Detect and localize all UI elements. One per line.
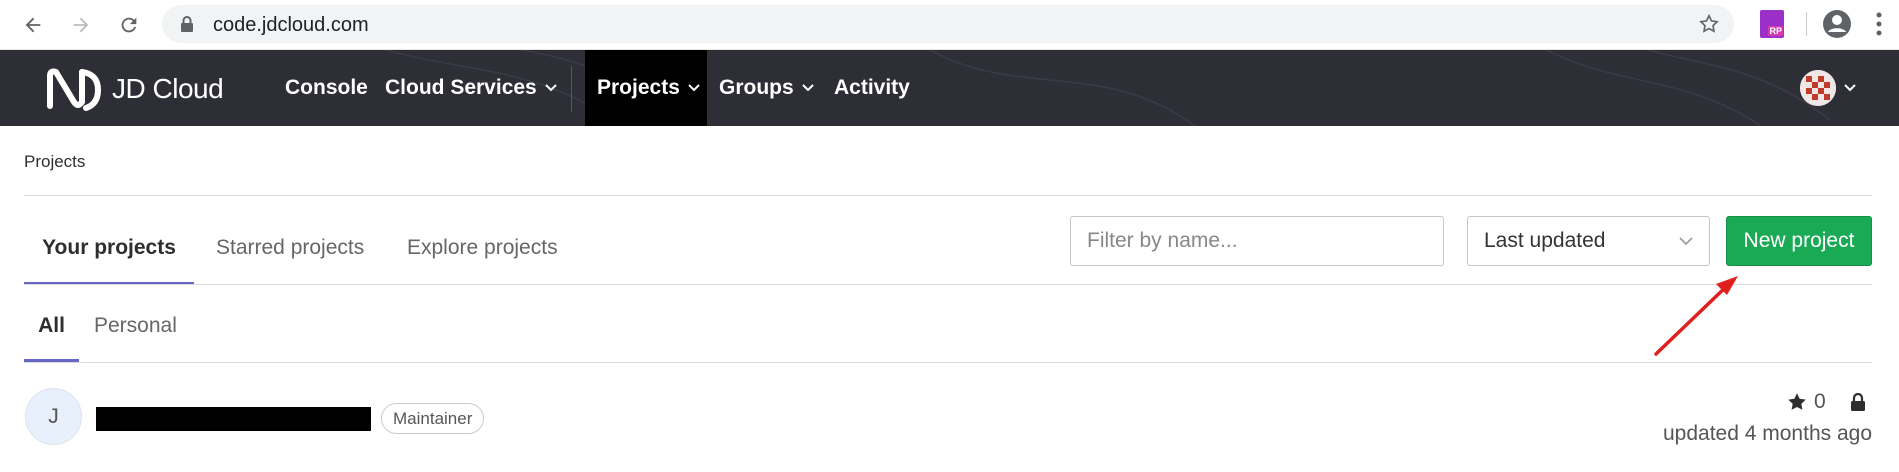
divider	[24, 195, 1872, 196]
browser-menu-icon[interactable]	[1876, 12, 1882, 41]
user-avatar	[1800, 70, 1836, 106]
address-bar[interactable]: code.jdcloud.com	[162, 5, 1734, 43]
nav-console[interactable]: Console	[285, 50, 368, 126]
subtab-all-label: All	[38, 314, 65, 337]
subtab-all[interactable]: All	[24, 290, 79, 362]
tab-starred-projects[interactable]: Starred projects	[216, 212, 364, 284]
user-menu[interactable]	[1800, 70, 1856, 106]
subtab-personal-label: Personal	[94, 314, 177, 337]
nav-cloud-services-label: Cloud Services	[385, 76, 537, 99]
bookmark-star-icon[interactable]	[1698, 13, 1720, 40]
project-avatar-letter: J	[48, 404, 59, 428]
tab-your-projects-label: Your projects	[42, 236, 176, 259]
project-avatar[interactable]: J	[25, 388, 82, 445]
jd-cloud-logo[interactable]: JD Cloud	[46, 66, 224, 112]
app-header: JD Cloud Console Cloud Services Projects…	[0, 50, 1899, 126]
nav-activity-label: Activity	[834, 76, 910, 99]
extension-rp-icon[interactable]: RP	[1760, 10, 1784, 38]
nav-projects[interactable]: Projects	[597, 50, 700, 126]
sort-selected-value: Last updated	[1484, 229, 1606, 252]
tab-starred-projects-label: Starred projects	[216, 236, 365, 259]
filter-placeholder: Filter by name...	[1087, 229, 1238, 252]
nav-groups[interactable]: Groups	[719, 50, 814, 126]
forward-icon[interactable]	[66, 10, 96, 40]
browser-toolbar: code.jdcloud.com RP	[0, 0, 1899, 50]
url-text: code.jdcloud.com	[213, 14, 369, 36]
lock-icon	[180, 15, 194, 38]
private-lock-icon	[1850, 392, 1866, 417]
divider	[24, 284, 1872, 285]
chevron-down-icon	[1679, 236, 1693, 245]
tab-explore-projects-label: Explore projects	[407, 236, 558, 259]
nav-activity[interactable]: Activity	[834, 50, 910, 126]
nav-projects-label: Projects	[597, 76, 680, 99]
sort-dropdown[interactable]: Last updated	[1467, 216, 1710, 266]
nav-separator	[571, 66, 572, 112]
profile-icon[interactable]	[1822, 9, 1852, 44]
filter-input[interactable]: Filter by name...	[1070, 216, 1444, 266]
breadcrumb[interactable]: Projects	[24, 152, 85, 172]
reload-icon[interactable]	[114, 10, 144, 40]
chevron-down-icon	[1844, 84, 1856, 92]
project-updated-time: updated 4 months ago	[1663, 422, 1872, 445]
subtab-personal[interactable]: Personal	[94, 290, 177, 362]
nav-groups-label: Groups	[719, 76, 794, 99]
tab-your-projects[interactable]: Your projects	[24, 212, 194, 285]
project-star-count[interactable]: 0	[1786, 390, 1826, 414]
role-badge: Maintainer	[381, 403, 485, 434]
nav-cloud-services[interactable]: Cloud Services	[385, 50, 557, 126]
divider	[24, 362, 1872, 363]
back-icon[interactable]	[18, 10, 48, 40]
new-project-button[interactable]: New project	[1726, 216, 1872, 266]
logo-text: JD Cloud	[112, 73, 224, 104]
tab-explore-projects[interactable]: Explore projects	[407, 212, 558, 284]
chevron-down-icon	[545, 84, 557, 92]
toolbar-divider	[1806, 12, 1807, 36]
new-project-label: New project	[1743, 229, 1855, 252]
jd-logo-mark-icon	[47, 68, 102, 111]
star-count: 0	[1814, 390, 1826, 413]
star-icon	[1788, 393, 1806, 410]
nav-console-label: Console	[285, 76, 368, 99]
project-name-redacted[interactable]	[96, 407, 371, 431]
role-badge-label: Maintainer	[393, 408, 473, 428]
chevron-down-icon	[688, 84, 700, 92]
chevron-down-icon	[801, 84, 814, 92]
extension-label: RP	[1768, 26, 1783, 36]
